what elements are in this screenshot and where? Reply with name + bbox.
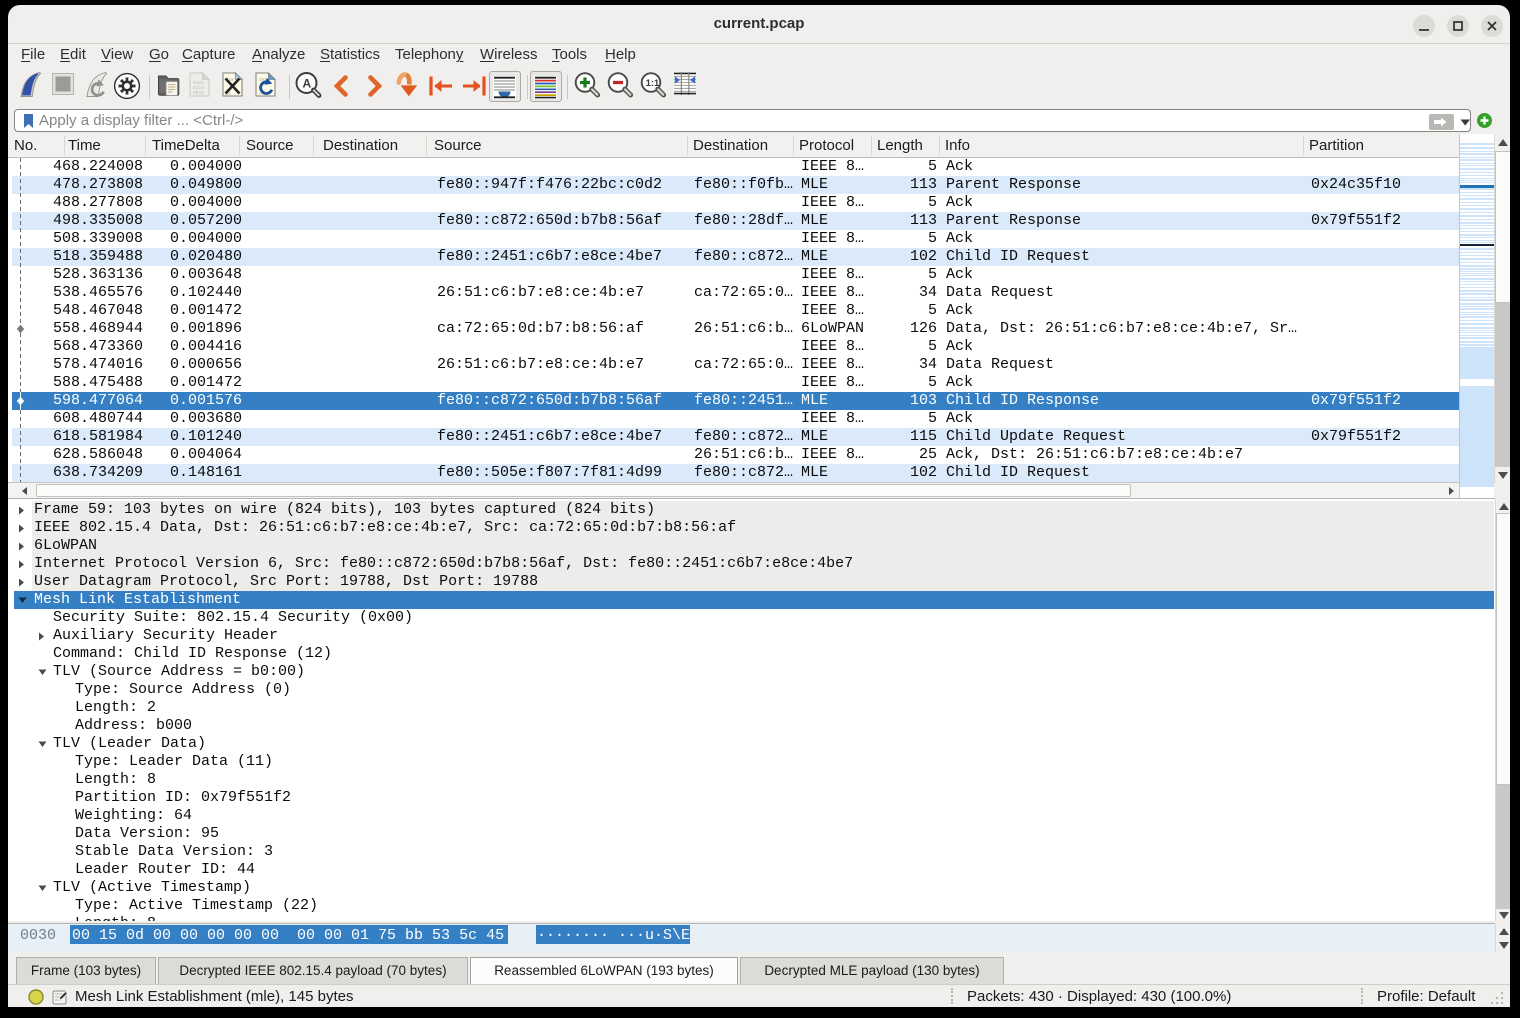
svg-text:A: A (303, 77, 312, 91)
svg-text:0011: 0011 (193, 90, 204, 96)
svg-text:1:1: 1:1 (646, 78, 660, 89)
